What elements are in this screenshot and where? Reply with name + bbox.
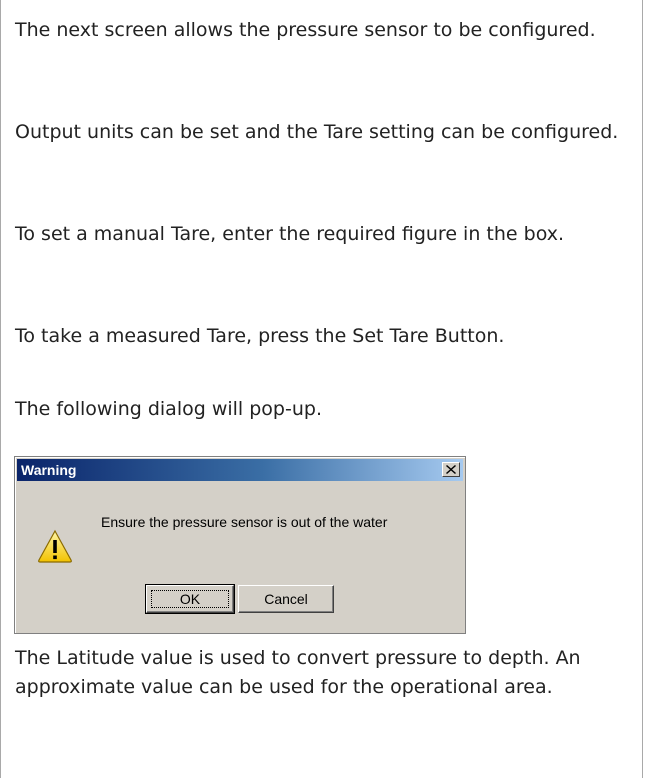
output-units-paragraph: Output units can be set and the Tare set…: [15, 121, 619, 143]
focus-rectangle: [151, 590, 229, 608]
measured-tare-paragraph: To take a measured Tare, press the Set T…: [15, 325, 505, 347]
intro-paragraph: The next screen allows the pressure sens…: [15, 19, 596, 41]
ok-button[interactable]: OK: [145, 584, 235, 614]
dialog-title: Warning: [21, 462, 77, 478]
help-page-frame: The next screen allows the pressure sens…: [0, 0, 643, 778]
dialog-message: Ensure the pressure sensor is out of the…: [101, 514, 388, 530]
cancel-button-label: Cancel: [264, 591, 308, 607]
cancel-button[interactable]: Cancel: [238, 585, 334, 613]
warning-icon: [38, 529, 72, 563]
close-button[interactable]: [442, 462, 460, 477]
dialog-titlebar: Warning: [17, 459, 463, 481]
warning-dialog-screenshot: Warning Ensure the pressure sensor is ou…: [14, 456, 466, 634]
latitude-paragraph: The Latitude value is used to convert pr…: [15, 647, 581, 698]
manual-tare-paragraph: To set a manual Tare, enter the required…: [15, 223, 565, 245]
dialog-intro-paragraph: The following dialog will pop-up.: [15, 398, 322, 420]
close-icon: [446, 465, 456, 474]
